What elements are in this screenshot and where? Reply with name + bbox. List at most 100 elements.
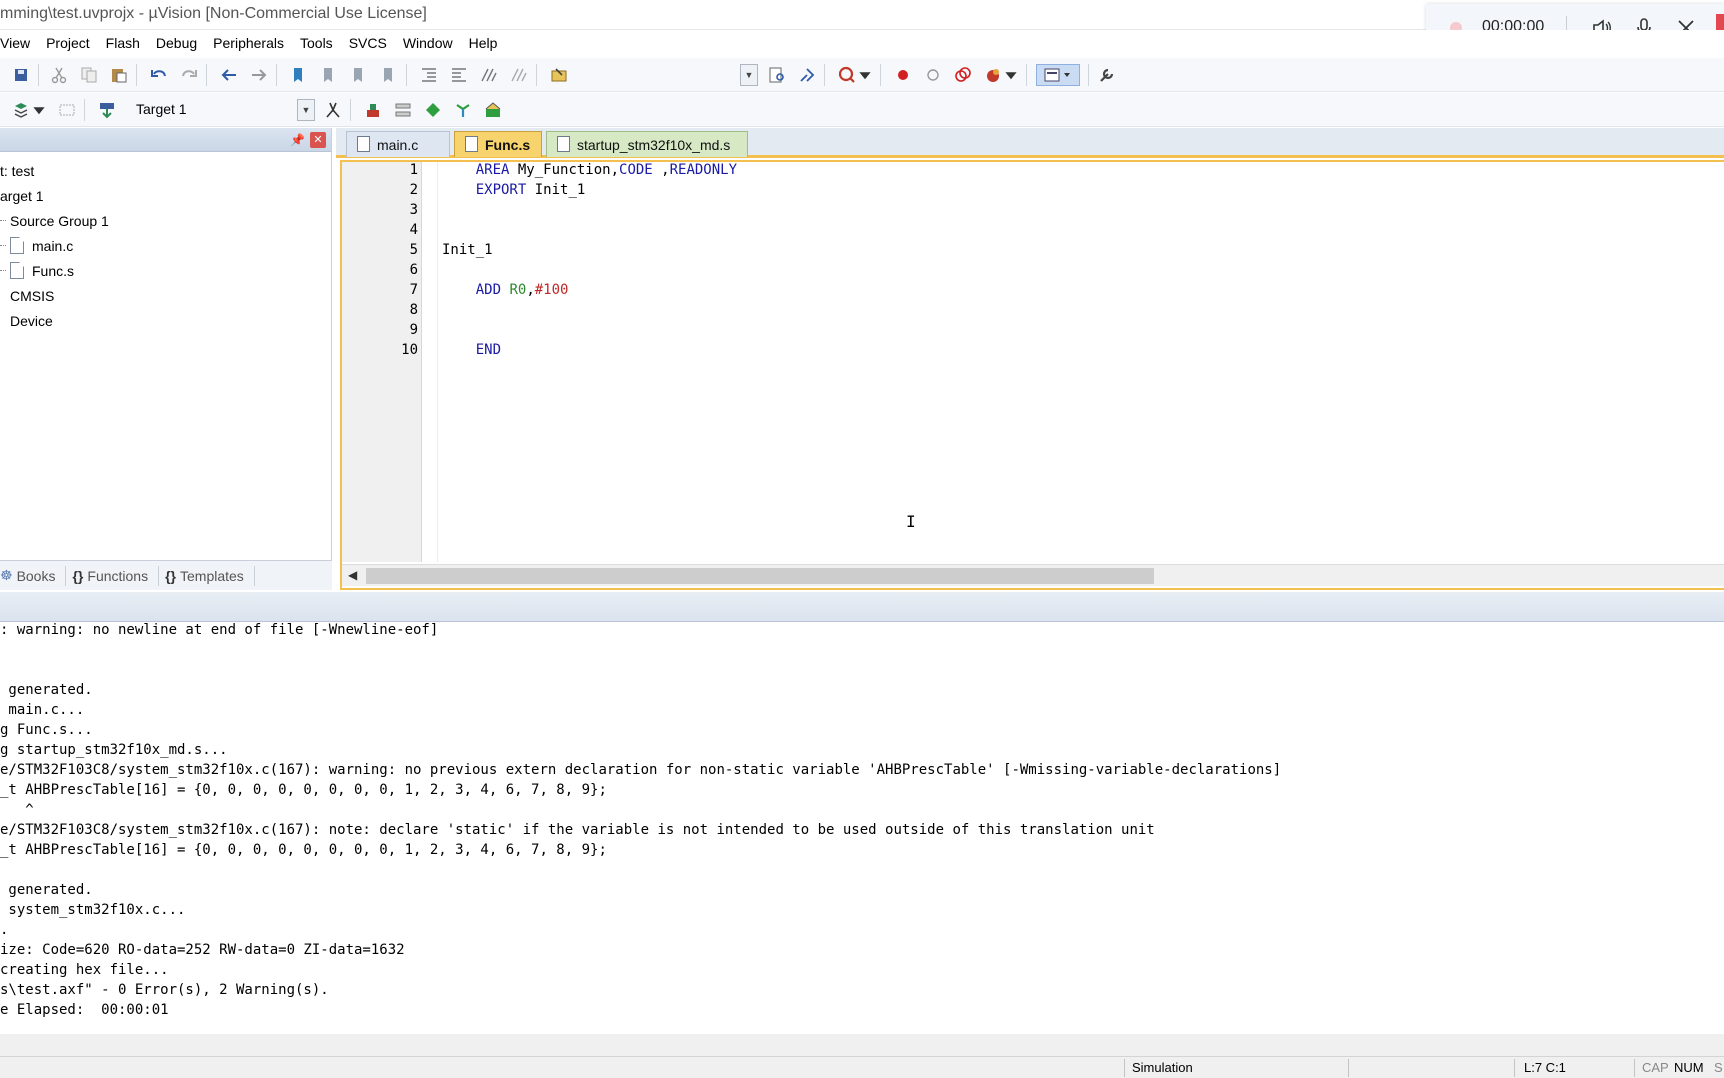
window-layout-icon[interactable] — [1036, 64, 1080, 86]
toolbar-separator — [536, 64, 537, 86]
menu-help[interactable]: Help — [461, 35, 506, 51]
books-icon: ☸ — [0, 567, 13, 583]
select-pack-icon[interactable] — [422, 99, 444, 121]
download-dropdown-icon[interactable] — [32, 99, 46, 121]
toolbar-separator — [1026, 64, 1027, 86]
build-output-line: g startup_stm32f10x_md.s... — [0, 742, 228, 758]
kill-all-breakpoints-icon[interactable] — [982, 64, 1004, 86]
find-icon[interactable] — [766, 64, 788, 86]
menu-svcs[interactable]: SVCS — [341, 35, 395, 51]
navigate-forward-icon[interactable] — [248, 64, 270, 86]
navigate-back-icon[interactable] — [218, 64, 240, 86]
find-in-files-icon[interactable] — [548, 64, 570, 86]
download-icon[interactable] — [10, 99, 32, 121]
undo-icon[interactable] — [148, 64, 170, 86]
next-bookmark-icon[interactable] — [348, 64, 370, 86]
cut-icon[interactable] — [48, 64, 70, 86]
batch-build-icon[interactable] — [56, 99, 78, 121]
build-output-header[interactable] — [0, 592, 1724, 622]
code-line[interactable]: EXPORT Init_1 — [442, 182, 586, 198]
tab-label: Books — [16, 567, 56, 584]
uncomment-icon[interactable] — [508, 64, 530, 86]
code-line[interactable]: AREA My_Function,CODE ,READONLY — [442, 162, 737, 178]
configure-icon[interactable] — [1096, 64, 1118, 86]
file-icon — [10, 262, 24, 279]
tree-item-label: CMSIS — [10, 287, 55, 304]
target-options-icon[interactable] — [322, 99, 344, 121]
debug-session-icon[interactable] — [836, 64, 858, 86]
target-select-dropdown[interactable]: ▼ — [297, 99, 315, 121]
toolbar-separator — [84, 99, 85, 121]
code-token: END — [475, 342, 502, 358]
load-icon[interactable] — [96, 99, 118, 121]
code-token: My_Function, — [509, 162, 620, 178]
status-caps-lock: CAP — [1642, 1060, 1669, 1075]
tree-item-source-group[interactable]: Source Group 1 — [0, 208, 331, 233]
menu-flash[interactable]: Flash — [98, 35, 148, 51]
find-combo-dropdown[interactable]: ▼ — [740, 64, 758, 86]
build-output-line: e Elapsed: 00:00:01 — [0, 1002, 169, 1018]
menu-debug[interactable]: Debug — [148, 35, 205, 51]
line-number: 1 — [409, 162, 418, 178]
copy-icon[interactable] — [78, 64, 100, 86]
code-token: ADD — [475, 282, 502, 298]
tab-func-s[interactable]: Func.s — [454, 131, 542, 157]
code-editor[interactable]: 1 2 3 4 5 6 7 8 9 10 AREA My_Function,CODE ,READO… — [340, 160, 1724, 590]
code-line[interactable]: END — [442, 342, 501, 358]
code-line[interactable]: Init_1 — [442, 242, 493, 258]
status-debug-mode: Simulation — [1132, 1060, 1193, 1075]
menu-window[interactable]: Window — [395, 35, 461, 51]
tree-item-target[interactable]: arget 1 — [0, 183, 331, 208]
tab-books[interactable]: ☸ Books — [0, 565, 67, 586]
editor-horizontal-scrollbar[interactable]: ◀ — [342, 564, 1724, 586]
run-time-environment-icon[interactable] — [482, 99, 504, 121]
editor-tab-bar: main.c Func.s startup_stm32f10x_md.s — [336, 128, 1724, 158]
breakpoint-dropdown-icon[interactable] — [1004, 64, 1018, 86]
indent-icon[interactable] — [418, 64, 440, 86]
tab-main-c[interactable]: main.c — [346, 131, 450, 157]
paste-icon[interactable] — [108, 64, 130, 86]
project-panel-tabs: ☸ Books {} Functions {} Templates — [0, 560, 332, 590]
prev-bookmark-icon[interactable] — [318, 64, 340, 86]
menu-view[interactable]: View — [0, 35, 38, 51]
tree-item-device[interactable]: Device — [0, 308, 331, 333]
manage-components-icon[interactable] — [392, 99, 414, 121]
toolbar-separator — [1088, 64, 1089, 86]
tree-item-project[interactable]: t: test — [0, 158, 331, 183]
tree-item-cmsis[interactable]: CMSIS — [0, 283, 331, 308]
scrollbar-thumb[interactable] — [366, 568, 1154, 584]
tree-item-func-s[interactable]: Func.s — [0, 258, 331, 283]
tab-functions[interactable]: {} Functions — [72, 565, 160, 586]
pin-icon[interactable]: 📌 — [290, 133, 305, 147]
file-extensions-icon[interactable] — [362, 99, 384, 121]
bookmark-icon[interactable] — [288, 64, 310, 86]
tab-startup-stm32f10x-md-s[interactable]: startup_stm32f10x_md.s — [546, 131, 748, 157]
tree-item-label: main.c — [32, 237, 74, 254]
clear-bookmarks-icon[interactable] — [378, 64, 400, 86]
comment-icon[interactable] — [478, 64, 500, 86]
disable-all-breakpoints-icon[interactable] — [952, 64, 974, 86]
status-scroll-lock: S — [1714, 1060, 1723, 1075]
menu-peripherals[interactable]: Peripherals — [205, 35, 292, 51]
save-all-icon[interactable] — [10, 64, 32, 86]
unindent-icon[interactable] — [448, 64, 470, 86]
tab-templates[interactable]: {} Templates — [165, 565, 255, 586]
incremental-find-icon[interactable] — [796, 64, 818, 86]
debug-dropdown-icon[interactable] — [858, 64, 872, 86]
code-line[interactable]: ADD R0,#100 — [442, 282, 569, 298]
enable-breakpoint-icon[interactable] — [922, 64, 944, 86]
close-panel-icon[interactable]: ✕ — [310, 132, 326, 148]
menu-project[interactable]: Project — [38, 35, 98, 51]
scroll-left-icon[interactable]: ◀ — [348, 568, 357, 582]
functions-icon: {} — [72, 567, 84, 584]
tree-item-label: arget 1 — [0, 187, 44, 204]
pack-installer-icon[interactable] — [452, 99, 474, 121]
insert-breakpoint-icon[interactable] — [892, 64, 914, 86]
editor-margin — [422, 162, 438, 562]
menu-tools[interactable]: Tools — [292, 35, 341, 51]
build-output-line: e/STM32F103C8/system_stm32f10x.c(167): n… — [0, 822, 1155, 838]
target-select[interactable]: Target 1 — [126, 99, 314, 121]
redo-icon[interactable] — [178, 64, 200, 86]
tree-item-main-c[interactable]: main.c — [0, 233, 331, 258]
